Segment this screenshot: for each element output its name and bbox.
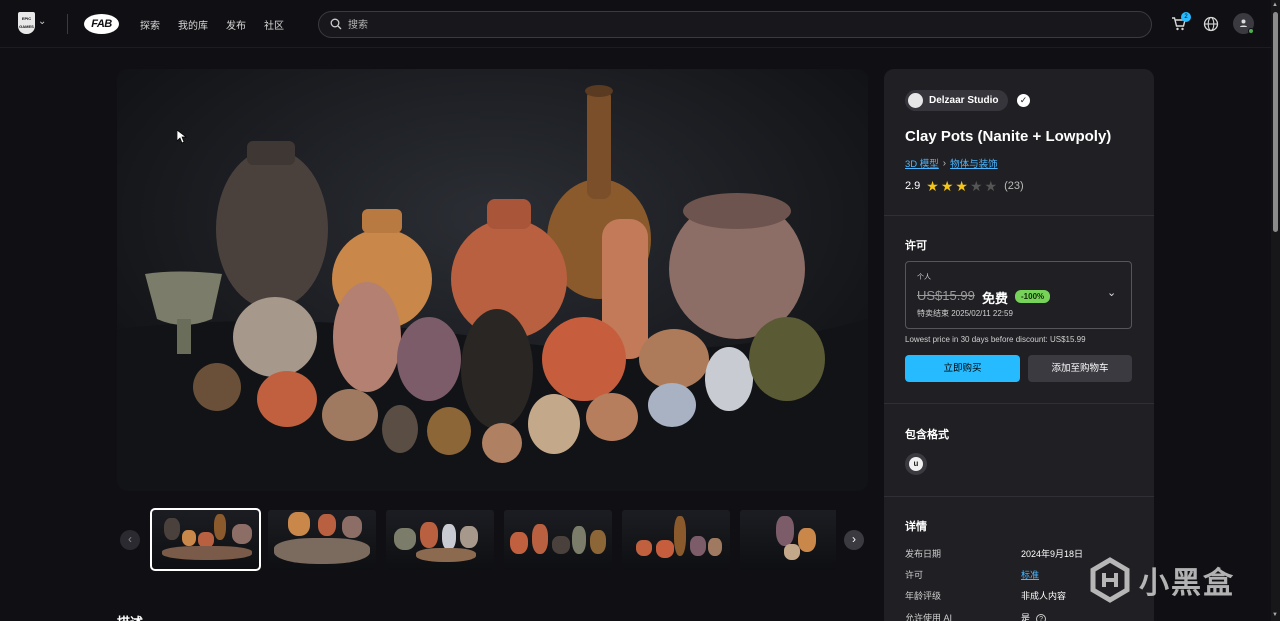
- detail-label-ai-use: 允许使用 AI: [905, 613, 953, 621]
- divider: [884, 215, 1154, 216]
- main-nav: 探索 我的库 发布 社区: [140, 17, 284, 32]
- chevron-right-icon: ›: [942, 157, 947, 169]
- breadcrumb-3d-models[interactable]: 3D 模型: [905, 156, 939, 170]
- epic-games-logo[interactable]: EPIC GAMES: [18, 12, 35, 34]
- verified-badge-icon: ✓: [1017, 94, 1030, 107]
- globe-icon[interactable]: [1203, 16, 1219, 32]
- rating-stars: ★ ★ ★ ★ ★: [926, 179, 997, 193]
- breadcrumb: 3D 模型 › 物体与装饰: [905, 156, 998, 171]
- unreal-engine-icon: u: [909, 457, 923, 471]
- detail-value-license[interactable]: 标准: [1021, 568, 1039, 581]
- rating-value: 2.9: [905, 180, 921, 192]
- breadcrumb-props[interactable]: 物体与装饰: [950, 156, 998, 170]
- search-input[interactable]: [348, 16, 1128, 34]
- scroll-up-icon[interactable]: ▲: [1272, 2, 1278, 8]
- star-icon: ★: [940, 178, 954, 194]
- help-icon[interactable]: ?: [1036, 614, 1047, 621]
- seller-logo-icon: [908, 93, 923, 108]
- star-icon: ★: [926, 178, 939, 194]
- rating-count: (23): [1004, 180, 1024, 192]
- scrollbar-thumb[interactable]: [1273, 12, 1278, 232]
- gallery-next-button[interactable]: ›: [844, 530, 864, 550]
- star-empty-icon: ★: [969, 178, 983, 194]
- rating-row[interactable]: 2.9 ★ ★ ★ ★ ★ (23): [905, 179, 1024, 193]
- gallery-prev-button[interactable]: ‹: [120, 530, 140, 550]
- current-price: 免费: [982, 291, 1009, 306]
- watermark-text: 小黑盒: [1139, 567, 1235, 600]
- thumbnail-1[interactable]: [150, 508, 261, 571]
- epic-logo-text: EPIC GAMES: [19, 16, 34, 29]
- xiaoheihe-logo-icon: [1090, 557, 1130, 603]
- detail-value-ai-use: 是?: [1021, 611, 1047, 621]
- online-status-dot: [1248, 28, 1254, 34]
- mouse-cursor-icon: [177, 130, 187, 144]
- thumbnail-3[interactable]: [386, 510, 494, 570]
- detail-value-age-rating: 非成人内容: [1021, 591, 1067, 601]
- search-icon: [330, 18, 342, 30]
- unreal-engine-format-icon[interactable]: u: [905, 453, 927, 475]
- search-bar[interactable]: [318, 11, 1152, 38]
- discount-badge: -100%: [1015, 290, 1051, 303]
- nav-publish[interactable]: 发布: [226, 17, 246, 32]
- clay-pots-illustration: [117, 69, 868, 491]
- fab-logo[interactable]: FAB: [84, 14, 119, 34]
- detail-label-license: 许可: [905, 570, 924, 580]
- watermark: 小黑盒: [1087, 557, 1235, 603]
- lowest-price-note: Lowest price in 30 days before discount:…: [905, 335, 1086, 344]
- product-info-panel: Delzaar Studio ✓ Clay Pots (Nanite + Low…: [884, 69, 1154, 621]
- product-main-image[interactable]: [117, 69, 868, 491]
- thumbnail-6[interactable]: [740, 510, 836, 570]
- nav-library[interactable]: 我的库: [178, 17, 208, 32]
- nav-community[interactable]: 社区: [264, 17, 284, 32]
- license-heading: 许可: [905, 240, 927, 252]
- nav-explore[interactable]: 探索: [140, 17, 160, 32]
- divider: [884, 496, 1154, 497]
- chevron-down-icon: ⌄: [1107, 287, 1117, 299]
- license-tier: 个人: [917, 274, 931, 281]
- detail-label-release-date: 发布日期: [905, 549, 942, 559]
- top-bar: EPIC GAMES ⌄ FAB 探索 我的库 发布 社区 2: [0, 0, 1280, 48]
- ai-use-value: 是: [1021, 613, 1031, 621]
- original-price: US$15.99: [917, 288, 975, 303]
- gallery-thumbnails: [150, 508, 836, 572]
- seller-chip[interactable]: Delzaar Studio: [905, 90, 1009, 111]
- star-empty-icon: ★: [984, 178, 998, 194]
- description-heading: 描述: [117, 612, 143, 621]
- sale-end-text: 特卖结束 2025/02/11 22:59: [917, 309, 1013, 318]
- divider: [67, 14, 68, 34]
- thumbnail-2[interactable]: [268, 510, 376, 570]
- cart-count-badge: 2: [1181, 12, 1191, 22]
- detail-label-age-rating: 年龄评级: [905, 591, 942, 601]
- chevron-down-icon[interactable]: ⌄: [38, 16, 46, 27]
- divider: [884, 403, 1154, 404]
- seller-name: Delzaar Studio: [929, 95, 999, 106]
- thumbnail-5[interactable]: [622, 510, 730, 570]
- formats-heading: 包含格式: [905, 429, 949, 441]
- detail-value-release-date: 2024年9月18日: [1021, 549, 1084, 559]
- star-icon: ★: [955, 178, 968, 194]
- thumbnail-4[interactable]: [504, 510, 612, 570]
- scroll-down-icon[interactable]: ▼: [1272, 612, 1278, 618]
- license-selector[interactable]: 个人 US$15.99 免费 -100% 特卖结束 2025/02/11 22:…: [905, 261, 1132, 329]
- product-title: Clay Pots (Nanite + Lowpoly): [905, 128, 1112, 145]
- add-to-cart-button[interactable]: 添加至购物车: [1028, 355, 1132, 382]
- buy-now-button[interactable]: 立即购买: [905, 355, 1020, 382]
- details-heading: 详情: [905, 521, 927, 533]
